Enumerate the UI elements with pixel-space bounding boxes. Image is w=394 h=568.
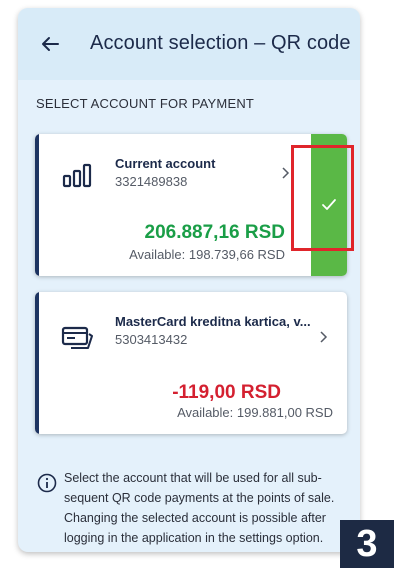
available-balance: Available: 199.881,00 RSD bbox=[177, 405, 333, 420]
selected-indicator[interactable] bbox=[311, 134, 347, 276]
account-name: Current account bbox=[115, 156, 216, 171]
section-label: SELECT ACCOUNT FOR PAYMENT bbox=[36, 96, 255, 111]
page-title: Account selection – QR code bbox=[90, 32, 351, 54]
account-name: MasterCard kreditna kartica, v... bbox=[115, 314, 311, 329]
arrow-left-icon bbox=[42, 37, 59, 51]
info-icon bbox=[37, 473, 57, 493]
app-header: Account selection – QR code bbox=[18, 8, 360, 80]
step-badge: 3 bbox=[340, 520, 394, 568]
account-balance: -119,00 RSD bbox=[172, 382, 281, 403]
credit-card-icon bbox=[61, 326, 93, 349]
checkmark-icon bbox=[322, 199, 336, 210]
info-text: Select the account that will be used for… bbox=[64, 471, 335, 545]
account-card-mastercard[interactable]: MasterCard kreditna kartica, v... 530341… bbox=[35, 292, 347, 434]
account-number: 5303413432 bbox=[115, 332, 188, 347]
available-balance: Available: 198.739,66 RSD bbox=[129, 247, 285, 262]
bar-chart-icon bbox=[62, 163, 92, 188]
chevron-right-icon bbox=[282, 167, 290, 179]
chevron-right-icon bbox=[320, 331, 328, 343]
phone-screen: Account selection – QR code SELECT ACCOU… bbox=[18, 8, 360, 552]
back-button[interactable] bbox=[36, 30, 64, 58]
account-card-current[interactable]: Current account 3321489838 206.887,16 RS… bbox=[35, 134, 347, 276]
account-balance: 206.887,16 RSD bbox=[144, 222, 286, 243]
account-number: 3321489838 bbox=[115, 174, 188, 189]
